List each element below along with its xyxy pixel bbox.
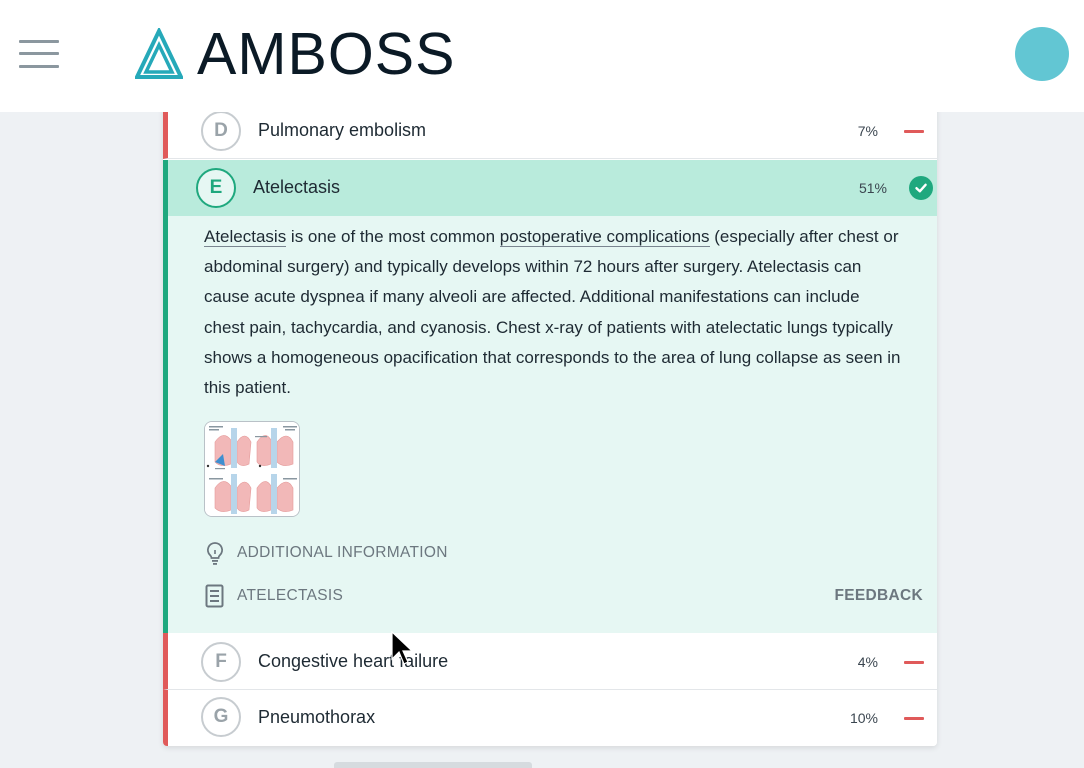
answer-choice-e[interactable]: E Atelectasis 51%: [168, 160, 937, 216]
user-avatar[interactable]: [1015, 27, 1069, 81]
answer-choice-f[interactable]: F Congestive heart failure 4%: [163, 633, 937, 690]
explanation-link-atelectasis[interactable]: Atelectasis: [204, 227, 287, 247]
additional-information-toggle[interactable]: ADDITIONAL INFORMATION: [204, 541, 448, 565]
app-header: AMBOSS: [0, 0, 1084, 112]
answer-choice-e-expanded: E Atelectasis 51% Atelectasis is one of …: [163, 160, 937, 633]
explanation-text: is one of the most common: [286, 227, 500, 246]
amboss-triangle-logo-icon: [135, 28, 183, 79]
hamburger-menu-icon[interactable]: [19, 38, 59, 70]
minus-icon: [904, 717, 924, 720]
answer-letter: E: [196, 168, 236, 208]
additional-information-label: ADDITIONAL INFORMATION: [237, 544, 448, 561]
answer-letter: F: [201, 642, 241, 682]
answer-choice-g[interactable]: G Pneumothorax 10%: [163, 690, 937, 746]
answer-choices-card: D Pulmonary embolism 7% E Atelectasis 51…: [163, 104, 937, 746]
answer-percent: 51%: [858, 180, 887, 196]
mouse-cursor-icon: [391, 631, 413, 665]
answer-letter: G: [201, 697, 241, 737]
chest-xray-atelectasis-image[interactable]: [204, 421, 300, 517]
answer-label: Pneumothorax: [258, 707, 376, 727]
feedback-button[interactable]: FEEDBACK: [834, 587, 923, 605]
answer-label: Congestive heart failure: [258, 651, 449, 671]
answer-percent: 10%: [849, 710, 878, 726]
article-label: ATELECTASIS: [237, 587, 344, 604]
minus-icon: [904, 130, 924, 133]
lightbulb-icon: [204, 541, 225, 565]
bottom-scroll-indicator: [334, 762, 532, 768]
document-icon: [204, 584, 225, 608]
article-link-atelectasis[interactable]: ATELECTASIS: [204, 584, 343, 608]
answer-percent: 7%: [857, 123, 878, 139]
answer-label: Pulmonary embolism: [258, 120, 427, 140]
answer-percent: 4%: [857, 654, 878, 670]
logo-text: AMBOSS: [197, 21, 456, 87]
explanation-text: (especially after chest or abdominal sur…: [204, 227, 901, 398]
checkmark-icon: [909, 176, 933, 200]
minus-icon: [904, 661, 924, 664]
amboss-logo[interactable]: AMBOSS: [135, 21, 456, 87]
answer-explanation: Atelectasis is one of the most common po…: [204, 222, 904, 403]
answer-letter: D: [201, 111, 241, 151]
answer-choice-d[interactable]: D Pulmonary embolism 7%: [163, 104, 937, 159]
explanation-link-postoperative-complications[interactable]: postoperative complications: [499, 227, 710, 247]
answer-label: Atelectasis: [253, 177, 341, 197]
